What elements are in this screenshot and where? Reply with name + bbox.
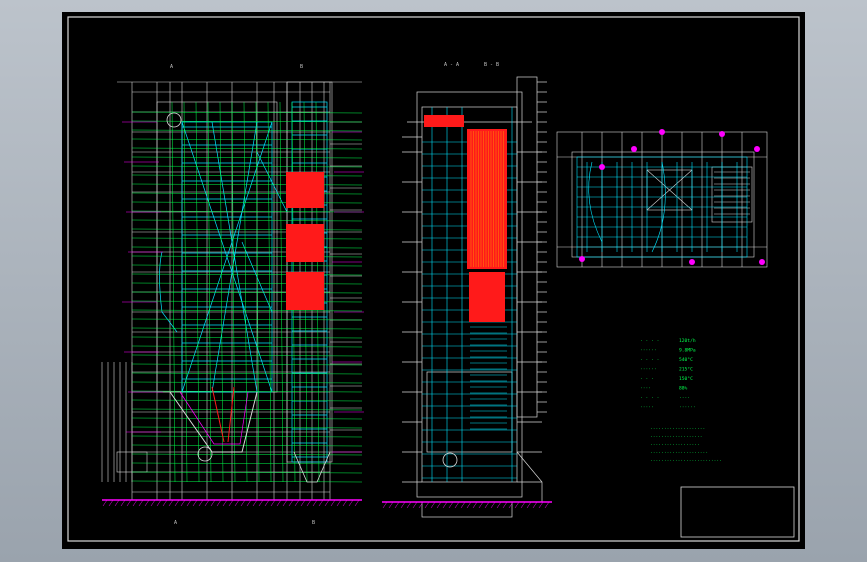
spec-row-value: 120t/h [679, 338, 696, 344]
spec-row-value: 540°C [679, 357, 693, 363]
drawing-sheet: A B A B A - A B - B · · · · 120t/h ······ 9… [62, 12, 805, 549]
spec-row-value: 9.8MPa [679, 348, 696, 354]
spec-table: · · · · 120t/h ······ 9.8MPa · · · · 540°C ···… [640, 338, 722, 464]
spec-row-key: ···· [640, 387, 651, 392]
spec-row-key: ······ [640, 368, 657, 373]
elevation-top-left-label: A [170, 64, 173, 70]
main-elevation-view: A B A B [101, 64, 364, 526]
spec-note: ·························· [650, 459, 722, 464]
section-label-left: A - A [444, 62, 459, 68]
spec-row-value: 150°C [679, 376, 693, 382]
spec-note: ····················· [650, 451, 708, 456]
spec-row-key: · · · · [640, 358, 659, 363]
elevation-bottom-left-label: A [174, 520, 177, 526]
spec-row-value: 88% [679, 386, 688, 392]
spec-row-key: · · · · [640, 339, 659, 344]
plan-view [556, 129, 768, 268]
spec-row-key: ····· [640, 406, 654, 411]
elevation-bottom-right-label: B [312, 520, 315, 526]
section-label-right: B - B [484, 62, 499, 68]
cad-drawing: A B A B A - A B - B · · · · 120t/h ······ 9… [67, 16, 800, 542]
spec-note: ·················· [650, 443, 700, 448]
spec-row-key: ······ [640, 349, 657, 354]
section-view: A - A B - B [382, 62, 552, 518]
elevation-top-right-label: B [300, 64, 303, 70]
spec-row-value: ······ [679, 406, 696, 411]
spec-row-key: · · · · [640, 396, 659, 401]
spec-note: ··················· [650, 435, 703, 440]
spec-row-key: · · · [640, 377, 654, 382]
spec-row-value: ···· [679, 396, 690, 401]
spec-row-value: 215°C [679, 367, 693, 373]
spec-note: ···················· [650, 427, 705, 432]
title-block [680, 486, 795, 538]
